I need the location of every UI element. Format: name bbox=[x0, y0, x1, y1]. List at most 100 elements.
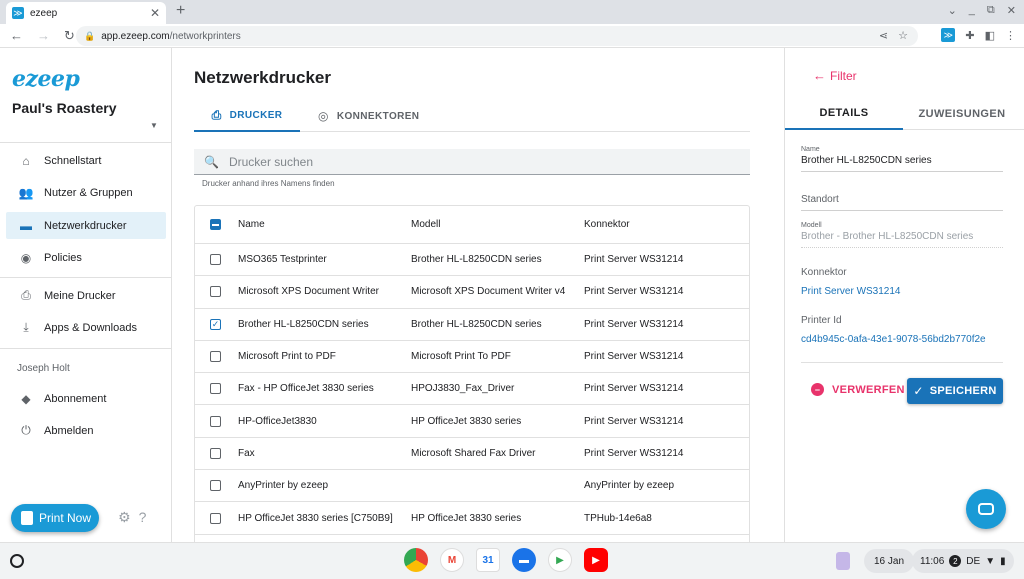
printer-id-value[interactable]: cd4b945c-0afa-43e1-9078-56bd2b770f2e bbox=[801, 334, 986, 345]
name-field[interactable]: Name Brother HL-L8250CDN series bbox=[801, 146, 1003, 172]
discard-button[interactable]: − VERWERFEN bbox=[811, 383, 905, 396]
table-row[interactable]: Microsoft XPS Document Writer Microsoft … bbox=[195, 276, 749, 309]
url-text[interactable]: app.ezeep.com/networkprinters bbox=[101, 31, 241, 42]
table-row[interactable]: HP-OfficeJet3830 HP OfficeJet 3830 serie… bbox=[195, 405, 749, 438]
sidebar: ezeep Paul's Roastery ▼ ⌂ Schnellstart 👥… bbox=[0, 48, 172, 542]
gmail-icon[interactable]: M bbox=[440, 548, 464, 572]
chat-bubble-icon bbox=[978, 503, 994, 515]
forward-icon[interactable]: → bbox=[37, 28, 50, 44]
extensions-area: ≫ ✚ ◧ ⋮ bbox=[941, 28, 1016, 42]
files-icon[interactable]: ▬ bbox=[512, 548, 536, 572]
table-row[interactable]: HP OfficeJet 3830 series [C750B9] HP Off… bbox=[195, 502, 749, 535]
location-field[interactable]: Standort bbox=[801, 194, 1003, 211]
printer-name: HP OfficeJet 3830 series [C750B9] bbox=[238, 512, 393, 524]
select-all-checkbox[interactable] bbox=[210, 219, 221, 230]
table-row[interactable]: Fax - HP OfficeJet 3830 series HPOJ3830_… bbox=[195, 373, 749, 406]
minimize-icon[interactable]: _ bbox=[969, 4, 975, 17]
settings-gear-icon[interactable]: ⚙ bbox=[118, 509, 131, 526]
table-row[interactable]: Microsoft Print to PDF Microsoft Print T… bbox=[195, 341, 749, 374]
help-icon[interactable]: ? bbox=[139, 509, 147, 526]
chat-support-button[interactable] bbox=[966, 489, 1006, 529]
lock-icon[interactable]: 🔒 bbox=[84, 31, 95, 42]
browser-tab-title: ezeep bbox=[30, 7, 58, 19]
tab-search-icon[interactable]: ⌄ bbox=[948, 4, 957, 17]
side-panel-icon[interactable]: ◧ bbox=[985, 29, 995, 42]
tab-drucker[interactable]: ⎙ DRUCKER bbox=[194, 100, 300, 132]
organization-name[interactable]: Paul's Roastery bbox=[12, 100, 117, 116]
table-row[interactable]: Fax Microsoft Shared Fax Driver Print Se… bbox=[195, 438, 749, 471]
caret-down-icon[interactable]: ▼ bbox=[150, 121, 158, 130]
row-checkbox[interactable] bbox=[210, 254, 221, 266]
youtube-icon[interactable]: ▶ bbox=[584, 548, 608, 572]
status-tray[interactable]: 11:06 2 DE ▼ ▮ bbox=[912, 549, 1014, 573]
table-row[interactable]: ✓ Brother HL-L8250CDN series Brother HL-… bbox=[195, 309, 749, 341]
sidebar-item-apps-downloads[interactable]: ⤓ Apps & Downloads bbox=[6, 314, 166, 341]
menu-dots-icon[interactable]: ⋮ bbox=[1005, 29, 1016, 42]
close-tab-icon[interactable]: ✕ bbox=[150, 6, 160, 20]
new-tab-icon[interactable]: + bbox=[176, 2, 185, 20]
printer-model: Brother HL-L8250CDN series bbox=[411, 254, 542, 266]
column-header-connector[interactable]: Konnektor bbox=[584, 206, 630, 243]
column-header-model[interactable]: Modell bbox=[411, 206, 440, 243]
row-checkbox[interactable] bbox=[210, 512, 221, 524]
reload-icon[interactable]: ↻ bbox=[64, 28, 75, 44]
sidebar-item-abmelden[interactable]: ⏻ Abmelden bbox=[6, 417, 166, 444]
printer-model: Microsoft Print To PDF bbox=[411, 351, 511, 363]
ezeep-logo: ezeep bbox=[12, 66, 80, 92]
printer-connector: Print Server WS31214 bbox=[584, 318, 684, 330]
location-placeholder[interactable]: Standort bbox=[801, 194, 1003, 210]
sidebar-item-abonnement[interactable]: ◆ Abonnement bbox=[6, 385, 166, 412]
ezeep-extension-icon[interactable]: ≫ bbox=[941, 28, 956, 42]
row-checkbox[interactable] bbox=[210, 286, 221, 298]
page-title: Netzwerkdrucker bbox=[194, 68, 332, 87]
tab-zuweisungen[interactable]: ZUWEISUNGEN bbox=[903, 98, 1021, 130]
bookmark-star-icon[interactable]: ☆ bbox=[898, 29, 908, 42]
sidebar-item-meine-drucker[interactable]: ⎙ Meine Drucker bbox=[6, 282, 166, 309]
sidebar-item-schnellstart[interactable]: ⌂ Schnellstart bbox=[6, 147, 166, 174]
filter-back-link[interactable]: ← Filter bbox=[813, 68, 857, 83]
sidebar-item-netzwerkdrucker[interactable]: ▬ Netzwerkdrucker bbox=[6, 212, 166, 239]
sidebar-item-policies[interactable]: ◉ Policies bbox=[6, 244, 166, 271]
play-store-icon[interactable]: ▶ bbox=[548, 548, 572, 572]
back-icon[interactable]: ← bbox=[10, 28, 23, 44]
extensions-puzzle-icon[interactable]: ✚ bbox=[965, 29, 974, 42]
table-row[interactable]: MSO365 Testprinter Brother HL-L8250CDN s… bbox=[195, 244, 749, 277]
search-input[interactable] bbox=[228, 154, 709, 169]
printer-connector: Print Server WS31214 bbox=[584, 415, 684, 427]
printer-connector: TPHub-14e6a8 bbox=[584, 512, 652, 524]
clipboard-tray-icon[interactable] bbox=[836, 552, 850, 570]
launcher-icon[interactable] bbox=[10, 554, 24, 568]
row-checkbox[interactable] bbox=[210, 351, 221, 363]
address-bar[interactable]: 🔒 app.ezeep.com/networkprinters ⋖ ☆ bbox=[76, 26, 918, 46]
chrome-icon[interactable] bbox=[404, 548, 428, 572]
browser-toolbar: ← → ↻ 🔒 app.ezeep.com/networkprinters ⋖ … bbox=[0, 24, 1024, 48]
close-window-icon[interactable]: ✕ bbox=[1007, 4, 1016, 17]
tab-konnektoren[interactable]: ◎ KONNEKTOREN bbox=[318, 100, 419, 132]
share-icon[interactable]: ⋖ bbox=[879, 29, 888, 42]
table-row[interactable]: AnyPrinter by ezeep AnyPrinter by ezeep bbox=[195, 470, 749, 503]
search-field[interactable]: 🔍 bbox=[194, 149, 750, 175]
calendar-icon[interactable]: 31 bbox=[476, 548, 500, 572]
tab-details[interactable]: DETAILS bbox=[785, 98, 903, 130]
row-checkbox[interactable] bbox=[210, 383, 221, 395]
clock-time: 11:06 bbox=[920, 555, 945, 567]
save-button[interactable]: ✓ SPEICHERN bbox=[907, 378, 1003, 404]
column-header-name[interactable]: Name bbox=[238, 206, 265, 243]
window-controls: ⌄ _ ⧉ ✕ bbox=[948, 4, 1016, 17]
name-value[interactable]: Brother HL-L8250CDN series bbox=[801, 155, 1003, 171]
row-checkbox[interactable] bbox=[210, 447, 221, 459]
sidebar-divider bbox=[0, 142, 172, 143]
tag-icon: ◆ bbox=[21, 391, 31, 406]
name-label: Name bbox=[801, 146, 820, 153]
printer-icon: ⎙ bbox=[21, 288, 31, 302]
table-header: Name Modell Konnektor bbox=[195, 206, 749, 244]
sidebar-item-nutzer-gruppen[interactable]: 👥 Nutzer & Gruppen bbox=[6, 179, 166, 206]
row-checkbox-checked[interactable]: ✓ bbox=[210, 318, 221, 330]
connector-link[interactable]: Print Server WS31214 bbox=[801, 286, 901, 297]
restore-icon[interactable]: ⧉ bbox=[987, 4, 995, 17]
print-now-button[interactable]: Print Now bbox=[11, 504, 99, 532]
browser-tab[interactable]: ≫ ezeep ✕ bbox=[6, 2, 166, 24]
row-checkbox[interactable] bbox=[210, 480, 221, 492]
date-pill[interactable]: 16 Jan bbox=[864, 549, 915, 573]
row-checkbox[interactable] bbox=[210, 415, 221, 427]
